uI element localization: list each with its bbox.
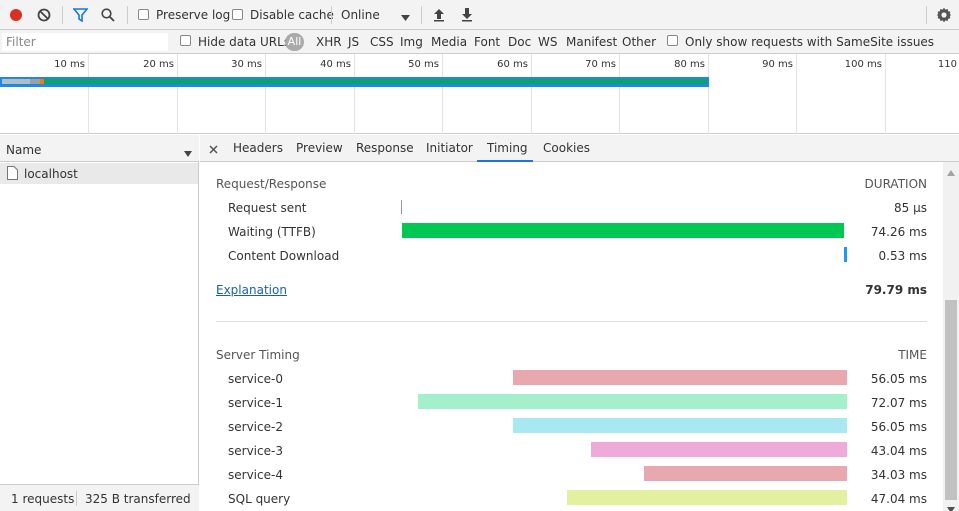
overview-tick: 60 ms: [497, 59, 528, 70]
filter-type-ws[interactable]: WS: [538, 35, 557, 49]
filter-type-all[interactable]: All: [285, 33, 304, 51]
document-icon: [7, 166, 18, 180]
overview-tick: 70 ms: [585, 59, 616, 70]
timing-row-value: 0.53 ms: [878, 249, 927, 263]
server-timing-bar: [513, 418, 847, 433]
overview-tick: 20 ms: [143, 59, 174, 70]
filter-input[interactable]: [2, 33, 168, 51]
total-duration: 79.79 ms: [865, 283, 927, 297]
hide-data-urls-checkbox[interactable]: [180, 35, 191, 46]
waiting-ttfb-bar: [402, 223, 844, 238]
tab-response[interactable]: Response: [356, 141, 414, 155]
export-har-icon[interactable]: [461, 7, 473, 22]
timeline-overview[interactable]: 10 ms 20 ms 30 ms 40 ms 50 ms 60 ms 70 m…: [0, 54, 959, 134]
filter-type-other[interactable]: Other: [622, 35, 656, 49]
timing-row-label: Content Download: [228, 249, 340, 263]
overview-waterfall-bar: [0, 77, 709, 87]
timing-row-value: 74.26 ms: [870, 225, 927, 239]
filter-type-js[interactable]: JS: [348, 35, 359, 49]
overview-tick: 40 ms: [320, 59, 351, 70]
search-icon[interactable]: [101, 8, 115, 22]
detail-tabs: Headers Preview Response Initiator Timin…: [200, 135, 959, 162]
server-timing-title: Server Timing: [216, 348, 300, 362]
name-column-label: Name: [6, 143, 42, 157]
clear-icon[interactable]: [37, 8, 51, 22]
server-row-value: 47.04 ms: [870, 492, 927, 506]
overview-tick: 90 ms: [762, 59, 793, 70]
disable-cache-checkbox[interactable]: [232, 9, 243, 20]
overview-tick: 100 ms: [844, 59, 882, 70]
samesite-checkbox[interactable]: [667, 35, 678, 46]
explanation-link[interactable]: Explanation: [216, 283, 287, 297]
request-count: 1 requests: [11, 492, 75, 506]
filter-type-manifest[interactable]: Manifest: [566, 35, 617, 49]
throttle-select[interactable]: Online: [341, 8, 380, 22]
filter-type-doc[interactable]: Doc: [508, 35, 531, 49]
duration-header: DURATION: [864, 177, 927, 191]
request-sent-bar: [401, 200, 402, 214]
gear-icon[interactable]: [936, 7, 952, 23]
timing-row-value: 85 µs: [894, 201, 927, 215]
section-divider: [216, 321, 927, 322]
scrollbar-thumb[interactable]: [945, 300, 957, 500]
scroll-down-icon[interactable]: [947, 502, 955, 511]
tab-timing[interactable]: Timing: [487, 141, 528, 155]
server-row-value: 56.05 ms: [870, 372, 927, 386]
server-row-value: 34.03 ms: [870, 468, 927, 482]
disable-cache-label: Disable cache: [250, 8, 334, 22]
tab-initiator[interactable]: Initiator: [426, 141, 473, 155]
filter-icon[interactable]: [72, 8, 89, 23]
server-timing-bar: [567, 490, 847, 505]
server-row-label: service-0: [228, 372, 283, 386]
samesite-label: Only show requests with SameSite issues: [685, 35, 935, 49]
overview-tick: 30 ms: [231, 59, 262, 70]
scroll-up-icon[interactable]: [947, 165, 955, 176]
overview-tick: 110: [937, 59, 957, 70]
tab-headers[interactable]: Headers: [233, 141, 283, 155]
filter-type-xhr[interactable]: XHR: [316, 35, 342, 49]
tab-cookies[interactable]: Cookies: [543, 141, 590, 155]
timing-panel: Request/Response DURATION Request sent 8…: [200, 162, 943, 511]
tab-preview[interactable]: Preview: [296, 141, 343, 155]
server-row-label: service-3: [228, 444, 283, 458]
overview-tick: 80 ms: [674, 59, 705, 70]
server-timing-bar: [513, 370, 847, 385]
filter-type-media[interactable]: Media: [431, 35, 467, 49]
overview-tick: 50 ms: [408, 59, 439, 70]
filter-type-css[interactable]: CSS: [370, 35, 394, 49]
name-column-header[interactable]: Name: [0, 135, 199, 162]
server-row-label: service-4: [228, 468, 283, 482]
hide-data-urls-label: Hide data URLs: [198, 35, 291, 49]
request-row[interactable]: localhost: [0, 163, 198, 184]
timing-row-label: Request sent: [228, 201, 307, 215]
close-icon[interactable]: [209, 143, 218, 154]
preserve-log-label: Preserve log: [156, 8, 231, 22]
server-row-label: service-1: [228, 396, 283, 410]
server-row-label: SQL query: [228, 492, 291, 506]
request-name: localhost: [24, 167, 78, 181]
sort-down-icon: [184, 146, 192, 157]
filter-type-font[interactable]: Font: [474, 35, 500, 49]
server-row-value: 72.07 ms: [870, 396, 927, 410]
import-har-icon[interactable]: [433, 7, 445, 22]
server-row-value: 43.04 ms: [870, 444, 927, 458]
request-response-title: Request/Response: [216, 177, 327, 191]
time-header: TIME: [898, 348, 927, 362]
status-bar: 1 requests 325 B transferred: [0, 484, 199, 511]
overview-tick: 10 ms: [54, 59, 85, 70]
chevron-down-icon[interactable]: [401, 11, 410, 21]
filter-type-img[interactable]: Img: [400, 35, 423, 49]
server-timing-bar: [418, 394, 847, 409]
record-icon[interactable]: [9, 8, 23, 22]
toolbar: Preserve log Disable cache Online: [0, 0, 959, 30]
server-row-value: 56.05 ms: [870, 420, 927, 434]
timing-row-label: Waiting (TTFB): [228, 225, 316, 239]
request-list: Name localhost 1 requests 325 B transfer…: [0, 135, 199, 511]
timing-scrollbar[interactable]: [943, 162, 959, 511]
server-row-label: service-2: [228, 420, 283, 434]
transferred-size: 325 B transferred: [85, 492, 191, 506]
preserve-log-checkbox[interactable]: [138, 9, 149, 20]
